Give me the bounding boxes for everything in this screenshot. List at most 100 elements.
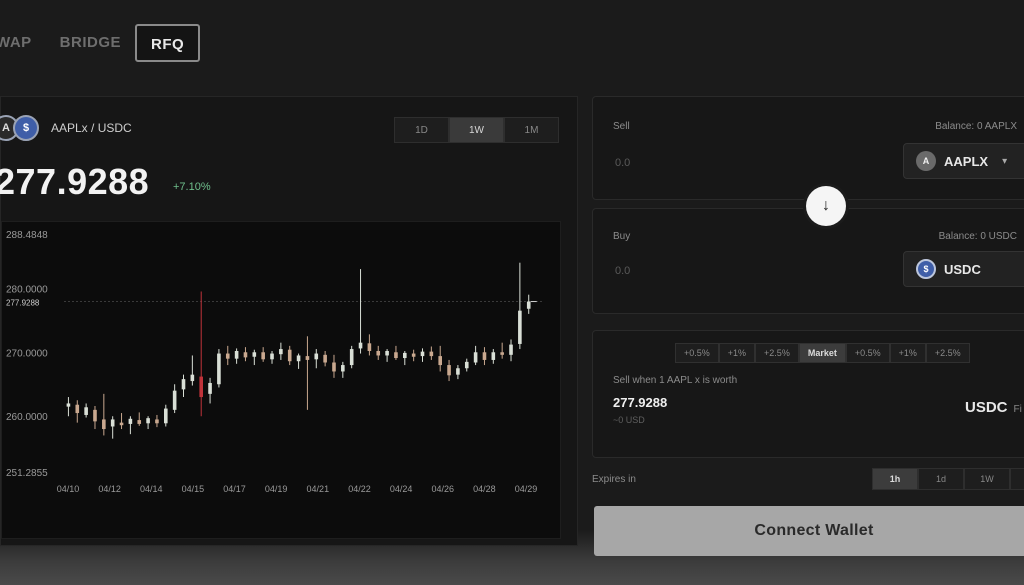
limit-option-button[interactable]: +1% xyxy=(889,343,926,363)
candle-body xyxy=(137,420,142,424)
expires-label: Expires in xyxy=(592,474,636,485)
candle-body xyxy=(217,353,221,385)
limit-unit-token: USDC xyxy=(965,399,1008,416)
timeframe-1m-button[interactable]: 1M xyxy=(504,117,559,143)
tab-bridge[interactable]: BRIDGE xyxy=(46,24,135,62)
y-tick-label: 251.2855 xyxy=(6,468,48,479)
candle-body xyxy=(349,349,354,366)
candle-body xyxy=(482,352,487,360)
x-tick-label: 04/28 xyxy=(473,484,496,494)
candle-body xyxy=(305,356,310,360)
x-tick-label: 04/21 xyxy=(307,484,330,494)
buy-token-name: USDC xyxy=(944,261,981,277)
usdc-token-icon: $ xyxy=(916,259,936,279)
connect-wallet-button[interactable]: Connect Wallet xyxy=(594,506,1024,556)
sell-token-name: AAPLX xyxy=(944,153,989,169)
candle-body xyxy=(323,354,327,363)
chart-panel: A $ AAPLx / USDC 1D 1W 1M 277.9288 +7.10… xyxy=(0,96,578,546)
limit-price-box: +0.5% +1% +2.5% Market +0.5% +1% +2.5% S… xyxy=(592,330,1024,458)
timeframe-1w-button[interactable]: 1W xyxy=(449,117,504,143)
candle-body xyxy=(314,353,319,360)
tab-rfq[interactable]: RFQ xyxy=(135,24,201,62)
x-tick-label: 04/22 xyxy=(348,484,371,494)
current-price: 277.9288 xyxy=(0,161,150,202)
x-tick-label: 04/19 xyxy=(265,484,288,494)
candle-body xyxy=(102,419,106,430)
candle-body xyxy=(190,374,195,382)
expiry-1w-button[interactable]: 1W xyxy=(964,468,1010,490)
candle-body xyxy=(447,365,451,376)
limit-unit-suffix: Fi xyxy=(1013,404,1022,415)
candle-body xyxy=(199,376,204,398)
candle-body xyxy=(208,382,212,394)
candle-body xyxy=(456,368,460,375)
limit-price-input[interactable]: 277.9288 xyxy=(613,395,667,410)
candle-body xyxy=(261,352,265,360)
candle-body xyxy=(420,351,425,357)
candle-body xyxy=(402,352,407,359)
sell-box: Sell Balance: 0 AAPLX 0.0 A AAPLX ▾ xyxy=(592,96,1024,200)
sell-token-select[interactable]: A AAPLX ▾ xyxy=(903,143,1024,179)
timeframe-1d-button[interactable]: 1D xyxy=(394,117,449,143)
chevron-down-icon: ▾ xyxy=(1002,155,1008,167)
candle-body xyxy=(429,351,434,357)
rfq-panel: Sell Balance: 0 AAPLX 0.0 A AAPLX ▾ ↓ Bu… xyxy=(592,96,1024,556)
candle-body xyxy=(163,408,168,424)
expiry-selector: 1h 1d 1W 1M xyxy=(872,468,1024,490)
candle-body xyxy=(128,418,133,424)
expiry-1d-button[interactable]: 1d xyxy=(918,468,964,490)
sell-amount-input[interactable]: 0.0 xyxy=(615,157,630,169)
candle-body xyxy=(243,352,248,358)
limit-option-button[interactable]: +1% xyxy=(718,343,756,363)
pair-header: A $ AAPLx / USDC xyxy=(0,115,132,141)
limit-unit: USDC Fi xyxy=(965,399,1022,416)
limit-price-options: +0.5% +1% +2.5% Market +0.5% +1% +2.5% xyxy=(675,343,970,363)
candle-body xyxy=(509,344,513,355)
limit-option-button[interactable]: +0.5% xyxy=(845,343,890,363)
swap-direction-button[interactable]: ↓ xyxy=(806,186,846,226)
top-tabs: WAP BRIDGE RFQ xyxy=(0,24,201,62)
limit-option-button[interactable]: +2.5% xyxy=(925,343,970,363)
sell-balance: Balance: 0 AAPLX xyxy=(935,121,1017,132)
candle-body xyxy=(234,350,239,359)
candle-body xyxy=(473,352,478,363)
candle-body xyxy=(500,352,504,355)
y-tick-label: 277.9288 xyxy=(6,299,40,308)
candle-body xyxy=(155,419,159,424)
chart-svg: 288.4848 280.0000 277.9288 270.0000 260.0000… xyxy=(6,230,542,494)
candle-body xyxy=(438,356,443,366)
candlestick-chart[interactable]: 288.4848 280.0000 277.9288 270.0000 260.0000… xyxy=(1,221,561,539)
candle-body xyxy=(93,409,97,422)
expiry-1h-button[interactable]: 1h xyxy=(872,468,918,490)
limit-option-button[interactable]: +0.5% xyxy=(675,343,719,363)
candle-body xyxy=(394,352,398,359)
x-tick-label: 04/26 xyxy=(431,484,454,494)
candle-body xyxy=(279,349,283,355)
buy-amount-input[interactable]: 0.0 xyxy=(615,265,630,277)
limit-option-market-button[interactable]: Market xyxy=(798,343,846,363)
candle-body xyxy=(385,350,389,356)
limit-option-button[interactable]: +2.5% xyxy=(755,343,799,363)
x-tick-label: 04/14 xyxy=(140,484,163,494)
expiry-1m-button[interactable]: 1M xyxy=(1010,468,1024,490)
x-tick-label: 04/15 xyxy=(182,484,205,494)
candle-body xyxy=(491,352,496,360)
buy-balance: Balance: 0 USDC xyxy=(938,231,1017,242)
candle-body xyxy=(66,403,71,407)
candle-body xyxy=(146,418,150,424)
candle-body xyxy=(75,404,80,414)
x-tick-label: 04/17 xyxy=(223,484,246,494)
candle-body xyxy=(84,407,88,415)
candle-body xyxy=(172,390,177,410)
sell-label: Sell xyxy=(613,121,630,132)
candle-body xyxy=(225,353,230,359)
x-tick-label: 04/10 xyxy=(57,484,80,494)
tab-swap[interactable]: WAP xyxy=(0,24,46,62)
candle-body xyxy=(358,342,363,349)
candle-body xyxy=(287,349,292,362)
x-tick-label: 04/12 xyxy=(98,484,121,494)
candle-body xyxy=(296,355,301,362)
candle-body xyxy=(110,419,115,427)
buy-token-select[interactable]: $ USDC xyxy=(903,251,1024,287)
buy-label: Buy xyxy=(613,231,631,242)
